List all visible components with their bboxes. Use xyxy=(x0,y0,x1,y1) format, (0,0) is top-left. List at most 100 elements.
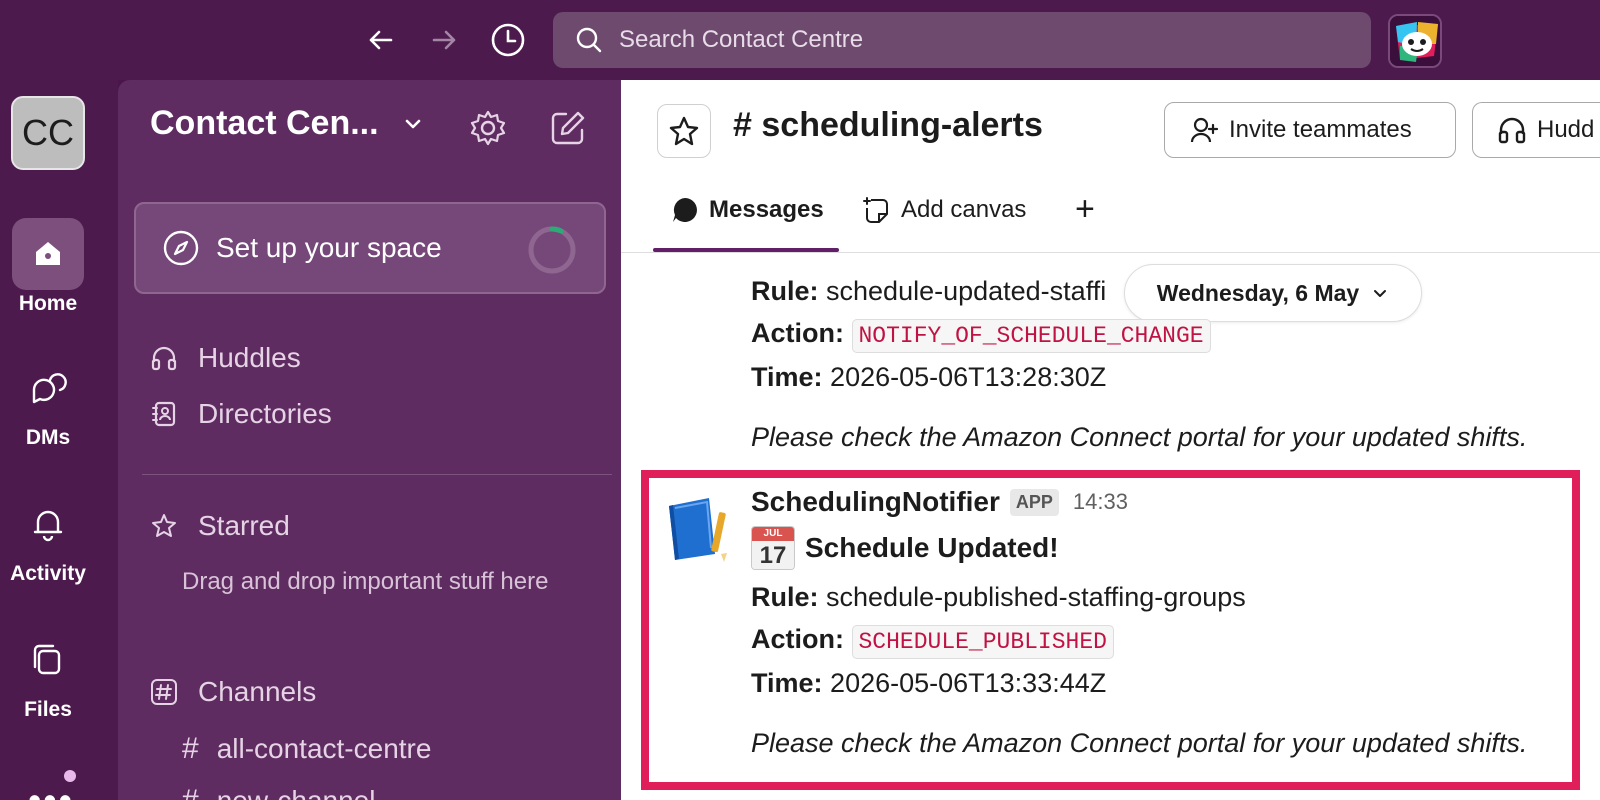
workspace-avatar[interactable]: CC xyxy=(11,96,85,170)
action-code: SCHEDULE_PUBLISHED xyxy=(851,625,1114,659)
sidebar-section-channels[interactable]: Channels xyxy=(150,676,316,708)
workspace-header[interactable]: Contact Cen... xyxy=(150,104,425,143)
tab-messages[interactable]: Messages xyxy=(671,196,824,224)
message-2-note: Please check the Amazon Connect portal f… xyxy=(751,728,1528,758)
rail-item-home[interactable]: Home xyxy=(0,218,96,316)
channel-label: new-channel xyxy=(217,785,376,800)
sidebar-channel-new-channel[interactable]: # new-channel xyxy=(182,784,375,800)
bot-avatar[interactable] xyxy=(661,492,733,564)
star-icon xyxy=(152,514,176,537)
action-label: Action: xyxy=(751,624,844,654)
calendar-icon: JUL 17 xyxy=(751,526,795,570)
bell-icon xyxy=(33,510,63,542)
sidebar-item-directories[interactable]: Directories xyxy=(150,398,332,430)
channel-header: # scheduling-alerts Invite teammates Hud… xyxy=(621,80,1600,176)
invite-teammates-button[interactable]: Invite teammates xyxy=(1164,102,1456,158)
message-bubble-icon xyxy=(673,198,697,222)
back-button[interactable] xyxy=(359,18,403,62)
message-2-rule: Rule: schedule-published-staffing-groups xyxy=(751,582,1246,613)
sidebar-divider xyxy=(142,474,612,475)
calendar-month: JUL xyxy=(752,527,794,541)
sidebar: Contact Cen... Set up your space Huddles… xyxy=(118,80,621,800)
message-timestamp[interactable]: 14:33 xyxy=(1073,489,1128,515)
add-tab-button[interactable]: + xyxy=(1075,190,1095,229)
progress-ring-icon xyxy=(528,226,576,274)
time-label: Time: xyxy=(751,668,823,698)
compass-icon xyxy=(163,230,199,266)
sidebar-item-huddles[interactable]: Huddles xyxy=(150,342,301,374)
action-code: NOTIFY_OF_SCHEDULE_CHANGE xyxy=(851,319,1211,353)
rail-files-label: Files xyxy=(24,698,72,721)
clock-icon xyxy=(491,23,525,57)
search-placeholder: Search Contact Centre xyxy=(619,26,864,53)
rule-value: schedule-updated-staffi xyxy=(826,276,1107,306)
sender-name[interactable]: SchedulingNotifier xyxy=(751,486,1000,518)
sidebar-section-starred[interactable]: Starred xyxy=(150,510,290,542)
rail-home-icon-wrap xyxy=(12,218,84,290)
message-2-header: SchedulingNotifier APP 14:33 xyxy=(751,486,1128,518)
sidebar-section-label: Channels xyxy=(198,676,317,707)
directory-icon xyxy=(152,401,176,427)
rail-files-icon-wrap xyxy=(12,624,84,696)
mascot-icon xyxy=(1390,16,1440,66)
user-avatar[interactable] xyxy=(1388,14,1442,68)
message-1-note: Please check the Amazon Connect portal f… xyxy=(751,422,1528,452)
date-label: Wednesday, 6 May xyxy=(1156,279,1360,306)
star-channel-button[interactable] xyxy=(657,104,711,158)
headphones-icon xyxy=(151,346,177,371)
huddle-button[interactable]: Hudd xyxy=(1472,102,1600,158)
arrow-left-icon xyxy=(369,30,393,50)
chevron-down-icon xyxy=(1374,290,1387,297)
message-2-time: Time: 2026-05-06T13:33:44Z xyxy=(751,668,1106,699)
message-2-action: Action: SCHEDULE_PUBLISHED xyxy=(751,624,1114,659)
message-1-time: Time: 2026-05-06T13:28:30Z xyxy=(751,362,1106,393)
sidebar-item-label: Directories xyxy=(198,398,332,429)
compose-icon xyxy=(551,111,585,145)
home-icon xyxy=(36,242,60,265)
tab-add-canvas[interactable]: Add canvas xyxy=(863,196,1026,224)
settings-button[interactable] xyxy=(468,108,508,148)
rail-dms-label: DMs xyxy=(25,426,71,449)
top-bar: Search Contact Centre xyxy=(0,0,1600,80)
time-value: 2026-05-06T13:33:44Z xyxy=(830,668,1107,698)
message-1-rule: Rule: schedule-updated-staffi xyxy=(751,276,1106,307)
headphones-icon xyxy=(1498,117,1526,144)
compose-button[interactable] xyxy=(548,108,588,148)
plus-icon: + xyxy=(1075,190,1095,228)
setup-space-label: Set up your space xyxy=(216,232,442,263)
sidebar-channel-all-contact-centre[interactable]: # all-contact-centre xyxy=(182,732,431,766)
calendar-day: 17 xyxy=(752,541,794,569)
huddle-label: Hudd xyxy=(1537,116,1595,143)
search-bar[interactable]: Search Contact Centre xyxy=(553,12,1371,68)
channel-title[interactable]: # scheduling-alerts xyxy=(733,106,1043,145)
chevron-down-icon xyxy=(405,119,420,128)
more-button[interactable]: ••• xyxy=(28,780,74,800)
tab-label: Messages xyxy=(709,196,824,223)
starred-hint: Drag and drop important stuff here xyxy=(182,568,549,595)
arrow-right-icon xyxy=(432,30,456,50)
history-button[interactable] xyxy=(486,18,530,62)
rail-item-dms[interactable]: DMs xyxy=(0,352,96,450)
rail-item-activity[interactable]: Activity xyxy=(0,488,96,586)
rule-label: Rule: xyxy=(751,582,819,612)
forward-button[interactable] xyxy=(422,18,466,62)
hash-box-icon xyxy=(151,679,177,705)
search-icon xyxy=(576,27,602,53)
sidebar-item-label: Huddles xyxy=(198,342,301,373)
message-2-heading: JUL 17 Schedule Updated! xyxy=(751,526,1059,570)
rail-home-label: Home xyxy=(18,292,78,315)
date-divider-button[interactable]: Wednesday, 6 May xyxy=(1124,264,1422,322)
rule-value: schedule-published-staffing-groups xyxy=(826,582,1246,612)
chat-bubbles-icon xyxy=(32,373,67,404)
channel-view: # scheduling-alerts Invite teammates Hud… xyxy=(621,80,1600,800)
channel-tabs: Messages Add canvas + xyxy=(621,176,1600,334)
workspace-name: Contact Cen... xyxy=(150,104,379,142)
channel-label: all-contact-centre xyxy=(216,733,432,764)
rule-label: Rule: xyxy=(751,276,819,306)
app-badge: APP xyxy=(1009,488,1059,516)
channel-hash: # xyxy=(733,106,752,144)
rail-item-files[interactable]: Files xyxy=(0,624,96,722)
tabs-border xyxy=(621,252,1600,253)
setup-space-button[interactable]: Set up your space xyxy=(134,202,606,294)
left-rail: CC Home DMs Activity Files ••• xyxy=(0,80,118,800)
